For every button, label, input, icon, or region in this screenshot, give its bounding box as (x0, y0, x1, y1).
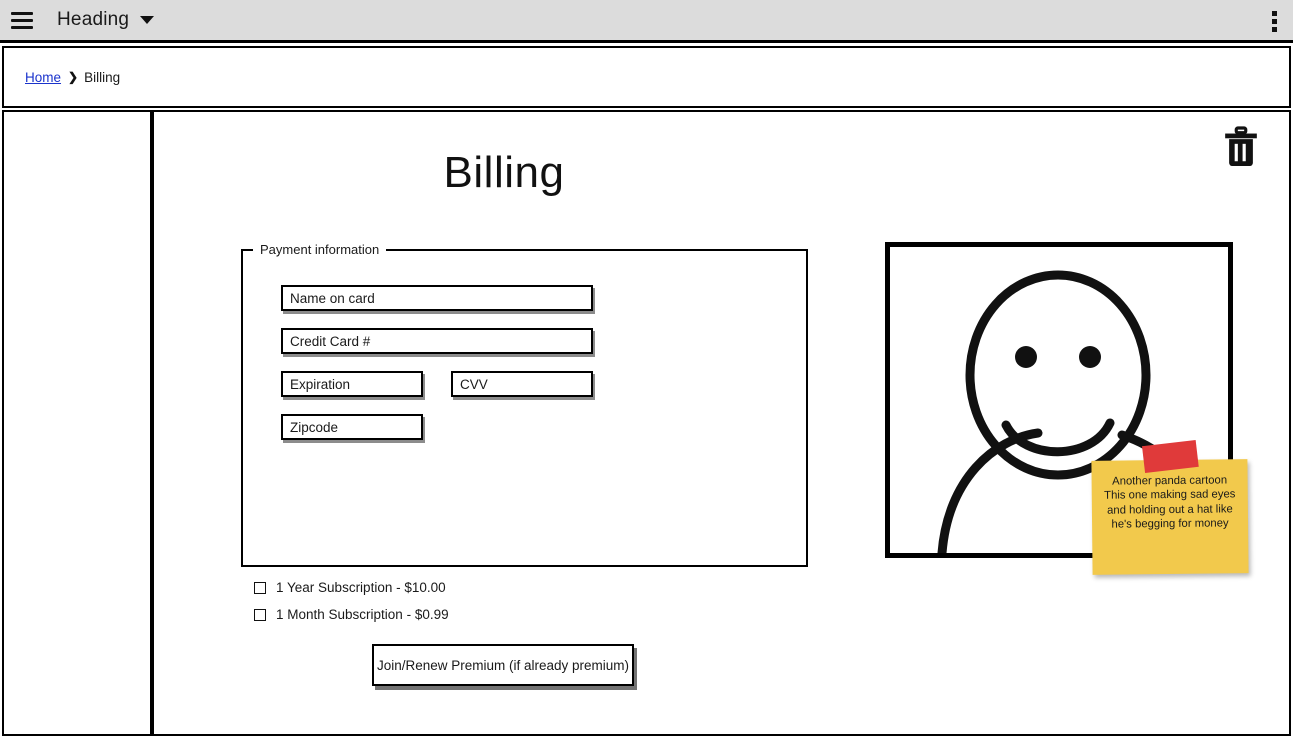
checkbox-row-1-year-subscription[interactable]: 1 Year Subscription - $10.00 (254, 580, 446, 595)
payment-information-fieldset: Payment information Name on card Credit … (241, 242, 808, 567)
cvv-input[interactable]: CVV (451, 371, 593, 397)
breadcrumb-link-home[interactable]: Home (25, 70, 61, 85)
breadcrumb-current-billing: Billing (84, 69, 121, 85)
name-on-card-input[interactable]: Name on card (281, 285, 593, 311)
sketch-eye-left (1015, 346, 1037, 368)
breadcrumb-separator-icon: ❯ (68, 70, 79, 84)
kebab-dot (1272, 11, 1277, 16)
chevron-down-icon[interactable] (140, 16, 155, 24)
kebab-dot (1272, 19, 1277, 24)
sidebar-panel (2, 110, 152, 736)
hamburger-bar (11, 18, 33, 22)
checkbox-1-month-subscription[interactable] (254, 608, 266, 621)
trash-icon[interactable] (1222, 126, 1260, 168)
join-renew-premium-button[interactable]: Join/Renew Premium (if already premium) (372, 644, 634, 686)
sticky-note: Another panda cartoon This one making sa… (1091, 439, 1249, 575)
kebab-dot (1272, 27, 1277, 32)
content-panel: Billing Payment information Name on card… (152, 110, 1291, 736)
checkbox-1-year-subscription[interactable] (254, 581, 266, 594)
expiration-input[interactable]: Expiration (281, 371, 423, 397)
app-title: Heading (57, 9, 130, 30)
checkbox-label-1-month-subscription: 1 Month Subscription - $0.99 (276, 607, 449, 622)
payment-information-legend: Payment information (260, 242, 380, 257)
hamburger-bar (11, 11, 33, 15)
checkbox-label-1-year-subscription: 1 Year Subscription - $10.00 (276, 580, 446, 595)
page-title: Billing (443, 148, 565, 197)
sketch-eye-right (1079, 346, 1101, 368)
sketch-body-left (937, 428, 1043, 553)
checkbox-row-1-month-subscription[interactable]: 1 Month Subscription - $0.99 (254, 607, 449, 622)
breadcrumb: Home ❯ Billing (2, 46, 1291, 108)
kebab-menu-icon[interactable] (1272, 11, 1277, 32)
app-bar: Heading (0, 0, 1293, 43)
hamburger-bar (11, 25, 33, 29)
credit-card-number-input[interactable]: Credit Card # (281, 328, 593, 354)
trash-icon-glyph (1225, 126, 1257, 166)
hamburger-menu-icon[interactable] (11, 11, 33, 29)
sketch-smile (1001, 418, 1115, 457)
zipcode-input[interactable]: Zipcode (281, 414, 423, 440)
sticky-note-text: Another panda cartoon This one making sa… (1104, 474, 1236, 531)
